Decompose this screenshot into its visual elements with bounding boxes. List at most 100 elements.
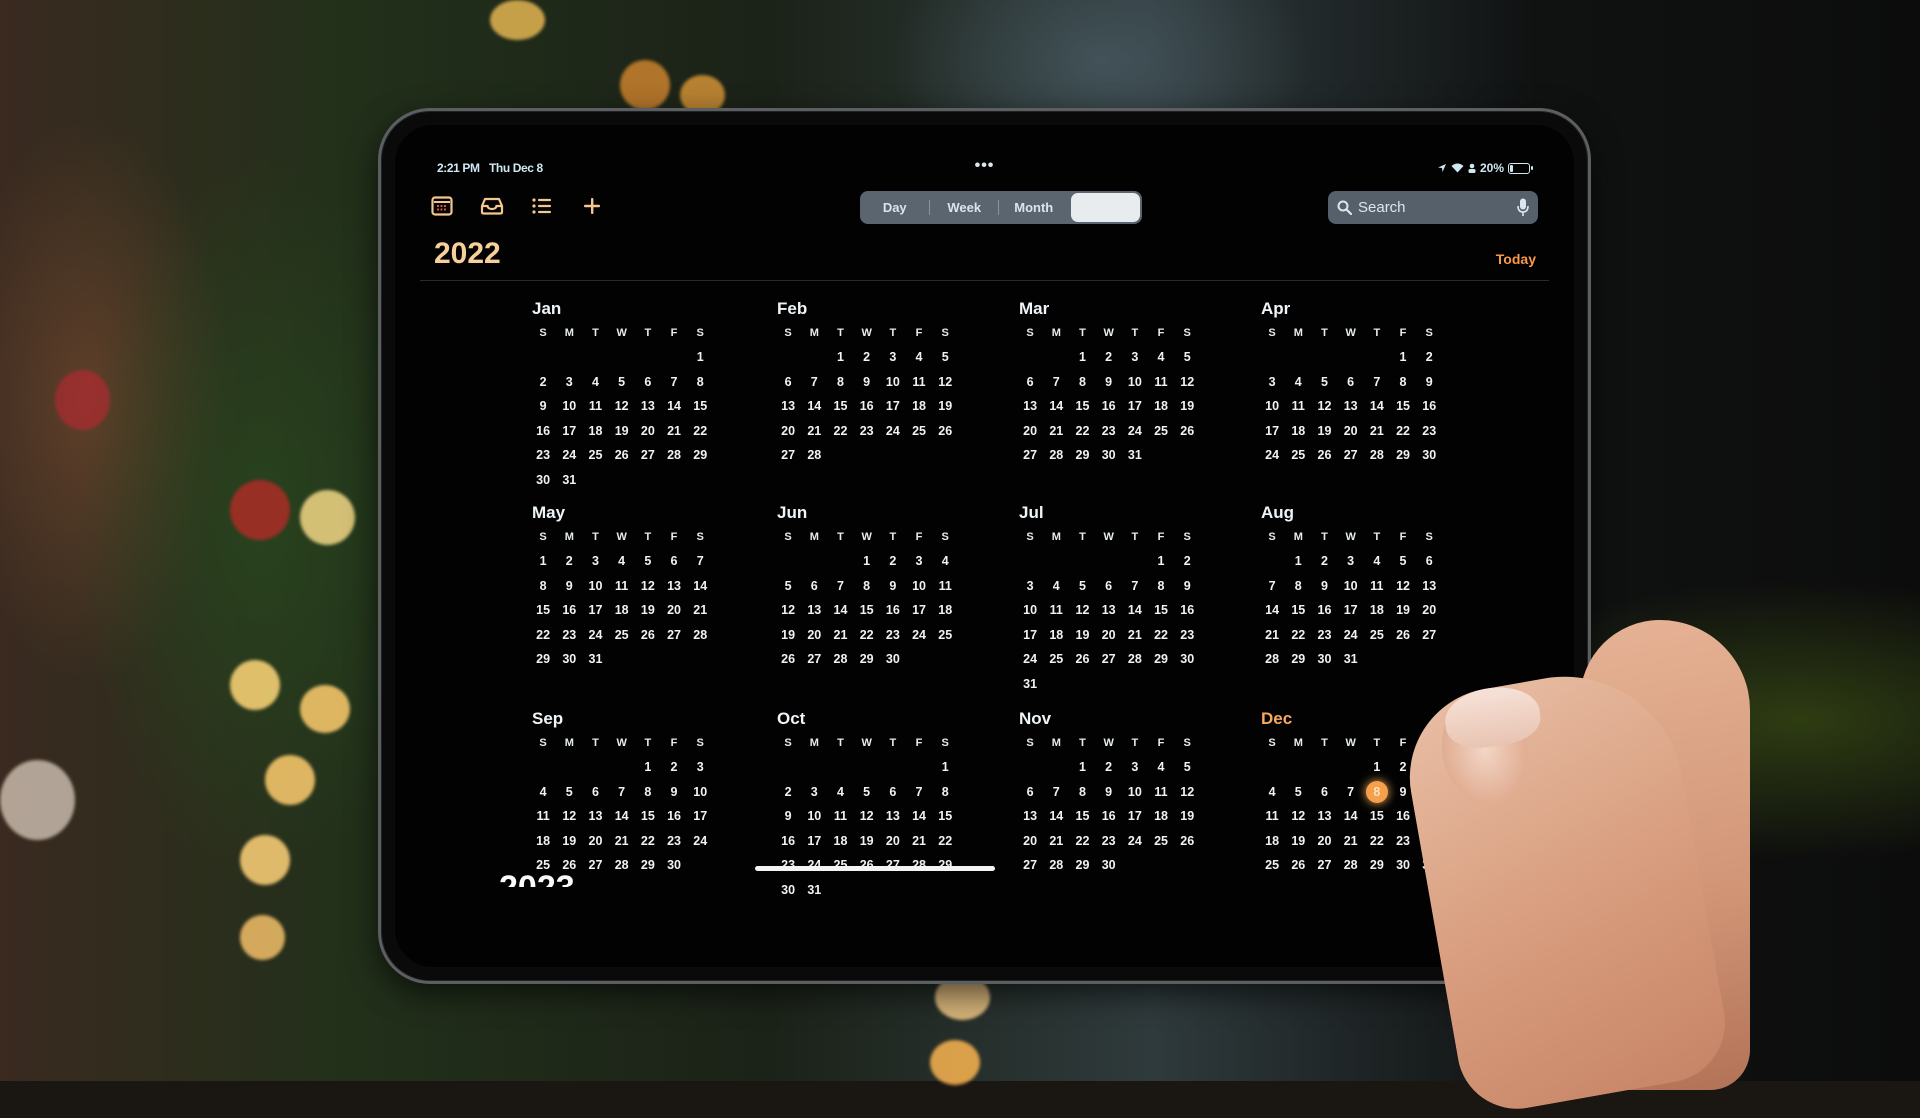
- day-cell[interactable]: 16: [1096, 804, 1122, 829]
- day-cell[interactable]: 15: [530, 598, 556, 623]
- calendars-icon[interactable]: [429, 193, 455, 219]
- day-cell[interactable]: 3: [1017, 574, 1043, 599]
- month-may[interactable]: May S M T W T F S 1 2 3 4 5 6 7 8 9 10 11 12 13 14 15 16 17 18 19 2…: [530, 503, 720, 672]
- day-cell[interactable]: 2: [880, 549, 906, 574]
- day-cell[interactable]: 14: [827, 598, 853, 623]
- day-cell[interactable]: 30: [775, 878, 801, 903]
- day-cell[interactable]: 14: [661, 394, 687, 419]
- day-cell[interactable]: 9: [775, 804, 801, 829]
- day-cell[interactable]: 18: [932, 598, 958, 623]
- day-cell[interactable]: 2: [1096, 345, 1122, 370]
- day-cell[interactable]: 10: [687, 780, 713, 805]
- day-cell[interactable]: 22: [530, 623, 556, 648]
- day-cell[interactable]: 25: [609, 623, 635, 648]
- day-cell[interactable]: 28: [1364, 443, 1390, 468]
- segment-month[interactable]: Month: [999, 191, 1069, 224]
- day-cell[interactable]: 2: [775, 780, 801, 805]
- day-cell[interactable]: 5: [609, 370, 635, 395]
- day-cell[interactable]: 5: [1174, 755, 1200, 780]
- day-cell[interactable]: 8: [530, 574, 556, 599]
- month-feb[interactable]: Feb S M T W T F S 1 2 3 4 5 6 7 8 9 10 11 12 13 14 15 16 17 18 19 2…: [775, 299, 965, 468]
- day-cell[interactable]: 8: [932, 780, 958, 805]
- day-cell[interactable]: 3: [880, 345, 906, 370]
- day-cell[interactable]: 30: [1416, 443, 1442, 468]
- day-cell[interactable]: 22: [932, 829, 958, 854]
- day-cell[interactable]: 24: [1122, 829, 1148, 854]
- day-cell[interactable]: 26: [1390, 623, 1416, 648]
- day-cell[interactable]: 20: [880, 829, 906, 854]
- multitasking-dots-icon[interactable]: •••: [975, 157, 995, 175]
- day-cell[interactable]: 1: [1148, 549, 1174, 574]
- day-cell[interactable]: 4: [1043, 574, 1069, 599]
- day-cell[interactable]: 11: [1148, 780, 1174, 805]
- day-cell[interactable]: 25: [1043, 647, 1069, 672]
- day-cell[interactable]: 17: [556, 419, 582, 444]
- day-cell[interactable]: 17: [582, 598, 608, 623]
- day-cell[interactable]: 26: [1285, 853, 1311, 878]
- day-cell[interactable]: 16: [775, 829, 801, 854]
- day-cell[interactable]: 27: [661, 623, 687, 648]
- day-cell[interactable]: 21: [609, 829, 635, 854]
- day-cell[interactable]: 13: [1017, 394, 1043, 419]
- day-cell[interactable]: 26: [635, 623, 661, 648]
- day-cell[interactable]: 19: [609, 419, 635, 444]
- day-cell[interactable]: 7: [906, 780, 932, 805]
- day-cell[interactable]: 2: [661, 755, 687, 780]
- month-name[interactable]: Jun: [777, 503, 965, 527]
- day-cell[interactable]: 10: [556, 394, 582, 419]
- day-cell[interactable]: 9: [854, 370, 880, 395]
- day-cell[interactable]: 28: [801, 443, 827, 468]
- day-cell[interactable]: 4: [932, 549, 958, 574]
- day-cell[interactable]: 1: [1069, 345, 1095, 370]
- day-cell[interactable]: 17: [801, 829, 827, 854]
- day-cell[interactable]: 6: [1017, 370, 1043, 395]
- month-name[interactable]: May: [532, 503, 720, 527]
- day-cell[interactable]: 26: [1069, 647, 1095, 672]
- day-cell[interactable]: 19: [1174, 804, 1200, 829]
- day-cell[interactable]: 16: [1311, 598, 1337, 623]
- day-cell[interactable]: 7: [1043, 370, 1069, 395]
- day-cell[interactable]: 11: [1364, 574, 1390, 599]
- day-cell[interactable]: 18: [1285, 419, 1311, 444]
- day-cell[interactable]: 5: [635, 549, 661, 574]
- day-cell[interactable]: 9: [1416, 370, 1442, 395]
- day-cell[interactable]: 18: [1043, 623, 1069, 648]
- day-cell[interactable]: 30: [661, 853, 687, 878]
- day-cell[interactable]: 4: [1148, 755, 1174, 780]
- day-cell[interactable]: 29: [854, 647, 880, 672]
- day-cell[interactable]: 21: [1338, 829, 1364, 854]
- day-cell[interactable]: 13: [1311, 804, 1337, 829]
- day-cell[interactable]: 13: [1017, 804, 1043, 829]
- day-cell[interactable]: 25: [906, 419, 932, 444]
- day-cell[interactable]: 15: [1069, 394, 1095, 419]
- day-cell[interactable]: 6: [661, 549, 687, 574]
- day-cell[interactable]: 24: [582, 623, 608, 648]
- day-cell[interactable]: 20: [582, 829, 608, 854]
- day-cell[interactable]: 8: [687, 370, 713, 395]
- day-cell[interactable]: 15: [854, 598, 880, 623]
- day-cell[interactable]: 9: [1096, 370, 1122, 395]
- day-cell[interactable]: 19: [1285, 829, 1311, 854]
- day-cell[interactable]: 19: [1311, 419, 1337, 444]
- day-cell[interactable]: 4: [1148, 345, 1174, 370]
- day-cell[interactable]: 7: [609, 780, 635, 805]
- day-cell[interactable]: 3: [1259, 370, 1285, 395]
- day-cell[interactable]: 30: [1096, 853, 1122, 878]
- day-cell[interactable]: 3: [1338, 549, 1364, 574]
- day-cell[interactable]: 12: [1174, 370, 1200, 395]
- day-cell[interactable]: 6: [1338, 370, 1364, 395]
- day-cell[interactable]: 31: [556, 468, 582, 493]
- day-cell[interactable]: 29: [1069, 853, 1095, 878]
- day-cell[interactable]: 6: [1096, 574, 1122, 599]
- day-cell[interactable]: 12: [932, 370, 958, 395]
- day-cell[interactable]: 28: [687, 623, 713, 648]
- day-cell[interactable]: 15: [1285, 598, 1311, 623]
- day-cell[interactable]: 19: [932, 394, 958, 419]
- day-cell[interactable]: 29: [530, 647, 556, 672]
- day-cell[interactable]: 16: [1174, 598, 1200, 623]
- day-cell[interactable]: 14: [1259, 598, 1285, 623]
- day-cell[interactable]: 15: [1148, 598, 1174, 623]
- day-cell[interactable]: 7: [1364, 370, 1390, 395]
- day-cell[interactable]: 25: [1148, 419, 1174, 444]
- day-cell[interactable]: 7: [687, 549, 713, 574]
